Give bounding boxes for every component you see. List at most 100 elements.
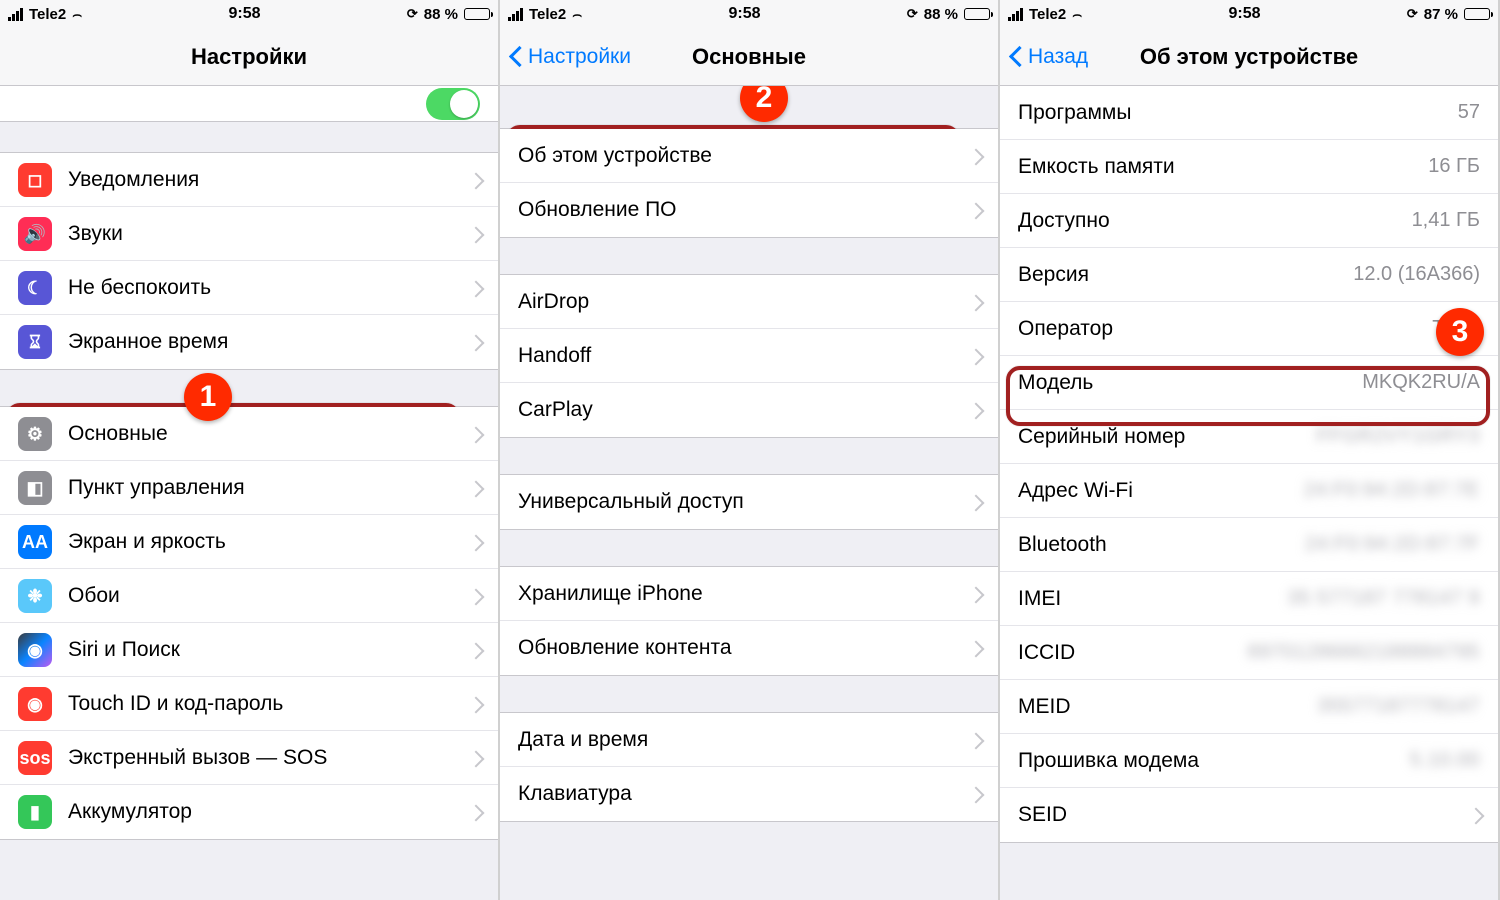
status-bar: Tele2 ⌢ 9:58 ⟳ 87 %	[1000, 0, 1498, 28]
row-carplay[interactable]: CarPlay	[500, 383, 998, 437]
row-value: 12.0 (16A366)	[1353, 263, 1480, 286]
battery-icon: ▮	[18, 795, 52, 829]
screentime-icon: ⌛︎	[18, 325, 52, 359]
row-value: 1,41 ГБ	[1412, 209, 1480, 232]
row-wifi: Адрес Wi-Fi24:F0:94:2D:87:7E	[1000, 464, 1498, 518]
chevron-right-icon	[970, 148, 980, 164]
carrier-label: Tele2	[1029, 6, 1066, 23]
row-refresh[interactable]: Обновление контента	[500, 621, 998, 675]
row-label: Серийный номер	[1018, 425, 1317, 449]
chevron-right-icon	[970, 202, 980, 218]
row-label: Оператор	[1018, 317, 1432, 341]
chevron-right-icon	[470, 426, 480, 442]
step-badge-1: 1	[184, 373, 232, 421]
row-label: Прошивка модема	[1018, 749, 1410, 773]
nav-bar: Настройки Основные	[500, 28, 998, 86]
row-label: CarPlay	[518, 398, 960, 422]
row-value: FFGR2VY1GRY3	[1317, 425, 1480, 448]
row-label: Программы	[1018, 101, 1458, 125]
row-label: Версия	[1018, 263, 1353, 287]
chevron-right-icon	[470, 172, 480, 188]
signal-icon	[1008, 8, 1023, 21]
partial-previous-row	[0, 86, 498, 122]
row-imei: IMEI35 577187 778147 9	[1000, 572, 1498, 626]
row-accessibility[interactable]: Универсальный доступ	[500, 475, 998, 529]
settings-row-control-center[interactable]: ◧Пункт управления	[0, 461, 498, 515]
row-storage[interactable]: Хранилище iPhone	[500, 567, 998, 621]
back-label: Настройки	[528, 45, 631, 69]
row-label: Аккумулятор	[68, 800, 460, 824]
sounds-icon: 🔊	[18, 217, 52, 251]
back-button[interactable]: Назад	[1012, 45, 1088, 69]
wifi-icon: ⌢	[572, 6, 582, 23]
row-bluetooth: Bluetooth24:F0:94:2D:87:7F	[1000, 518, 1498, 572]
notifications-icon: ◻︎	[18, 163, 52, 197]
row-label: Хранилище iPhone	[518, 582, 960, 606]
settings-row-sounds[interactable]: 🔊 Звуки	[0, 207, 498, 261]
settings-row-screentime[interactable]: ⌛︎ Экранное время	[0, 315, 498, 369]
toggle-switch-on[interactable]	[426, 88, 480, 120]
step-badge-2: 2	[740, 86, 788, 122]
settings-row-siri[interactable]: ◉Siri и Поиск	[0, 623, 498, 677]
battery-icon	[464, 8, 490, 20]
row-swupdate[interactable]: Обновление ПО	[500, 183, 998, 237]
row-airdrop[interactable]: AirDrop	[500, 275, 998, 329]
row-serial: Серийный номерFFGR2VY1GRY3	[1000, 410, 1498, 464]
row-label: MEID	[1018, 695, 1317, 719]
chevron-right-icon	[970, 640, 980, 656]
row-label: Bluetooth	[1018, 533, 1305, 557]
signal-icon	[508, 8, 523, 21]
settings-row-touchid[interactable]: ◉Touch ID и код-пароль	[0, 677, 498, 731]
clock: 9:58	[228, 5, 260, 23]
chevron-right-icon	[970, 402, 980, 418]
settings-row-sos[interactable]: sosЭкстренный вызов — SOS	[0, 731, 498, 785]
settings-row-dnd[interactable]: ☾Не беспокоить	[0, 261, 498, 315]
row-handoff[interactable]: Handoff	[500, 329, 998, 383]
battery-icon	[964, 8, 990, 20]
chevron-right-icon	[470, 588, 480, 604]
orientation-lock-icon: ⟳	[907, 6, 918, 22]
status-bar: Tele2 ⌢ 9:58 ⟳ 88 %	[0, 0, 498, 28]
battery-percent: 88 %	[924, 6, 958, 23]
settings-row-wallpaper[interactable]: ❉Обои	[0, 569, 498, 623]
wallpaper-icon: ❉	[18, 579, 52, 613]
chevron-left-icon	[512, 47, 524, 67]
back-label: Назад	[1028, 45, 1088, 69]
chevron-right-icon	[470, 696, 480, 712]
row-label: Модель	[1018, 371, 1362, 395]
chevron-right-icon	[470, 534, 480, 550]
row-about[interactable]: Об этом устройстве	[500, 129, 998, 183]
row-datetime[interactable]: Дата и время	[500, 713, 998, 767]
row-iccid: ICCID89701286662188884795	[1000, 626, 1498, 680]
row-carrier-op: ОператорTele2	[1000, 302, 1498, 356]
clock: 9:58	[728, 5, 760, 23]
chevron-right-icon	[970, 586, 980, 602]
row-value: 35577187778147	[1317, 695, 1480, 718]
row-label: Экранное время	[68, 330, 460, 354]
row-label: SEID	[1018, 803, 1460, 827]
row-modem: Прошивка модема5.10.00	[1000, 734, 1498, 788]
touchid-icon: ◉	[18, 687, 52, 721]
general-list[interactable]: Об этом устройствеОбновление ПО 2 AirDro…	[500, 86, 998, 900]
row-label: Звуки	[68, 222, 460, 246]
settings-row-notifications[interactable]: ◻︎Уведомления	[0, 153, 498, 207]
back-button[interactable]: Настройки	[512, 45, 631, 69]
chevron-right-icon	[470, 480, 480, 496]
about-list[interactable]: Программы57Емкость памяти16 ГБДоступно1,…	[1000, 86, 1498, 900]
row-seid[interactable]: SEID	[1000, 788, 1498, 842]
chevron-right-icon	[970, 294, 980, 310]
chevron-right-icon	[470, 280, 480, 296]
settings-row-display[interactable]: AAЭкран и яркость	[0, 515, 498, 569]
settings-list[interactable]: ◻︎Уведомления 🔊 Звуки ☾Не беспокоить ⌛︎ Экран…	[0, 86, 498, 900]
chevron-right-icon	[470, 804, 480, 820]
settings-row-battery[interactable]: ▮ Аккумулятор	[0, 785, 498, 839]
settings-row-general[interactable]: ⚙︎Основные	[0, 407, 498, 461]
row-label: Обновление контента	[518, 636, 960, 660]
row-keyboard[interactable]: Клавиатура	[500, 767, 998, 821]
battery-icon	[1464, 8, 1490, 20]
row-label: Handoff	[518, 344, 960, 368]
nav-bar: Назад Об этом устройстве	[1000, 28, 1498, 86]
battery-percent: 87 %	[1424, 6, 1458, 23]
row-value: 24:F0:94:2D:87:7E	[1304, 479, 1480, 502]
row-capacity: Емкость памяти16 ГБ	[1000, 140, 1498, 194]
